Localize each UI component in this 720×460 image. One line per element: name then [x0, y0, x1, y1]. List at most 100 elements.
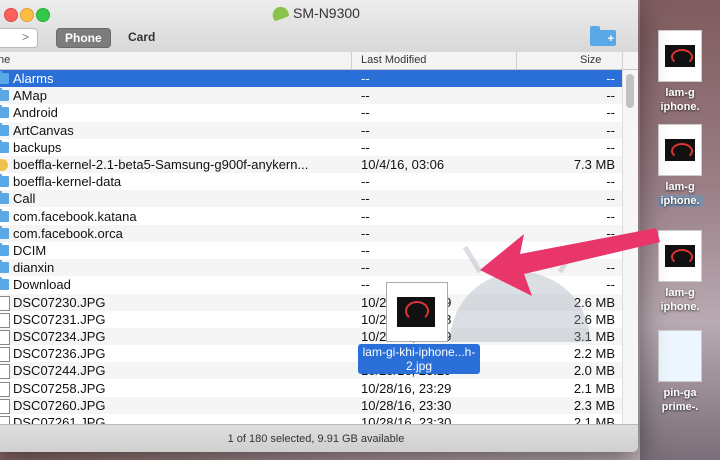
file-size: --	[606, 71, 615, 86]
file-name: DSC07258.JPG	[13, 380, 106, 396]
folder-icon	[0, 225, 9, 239]
file-name: DSC07234.JPG	[13, 329, 106, 344]
last-modified: --	[361, 225, 370, 241]
folder-icon	[0, 88, 9, 102]
file-icon	[0, 347, 10, 363]
file-name: boeffla-kernel-2.1-beta5-Samsung-g900f-a…	[13, 157, 309, 172]
desktop-file-label: lam-g iphone.	[640, 180, 720, 208]
file-icon	[0, 295, 10, 311]
table-row[interactable]: DSC07261.JPG 10/28/16, 23:30 2.1 MB	[0, 414, 622, 424]
folder-icon	[0, 260, 9, 274]
new-folder-button[interactable]: +	[590, 26, 616, 46]
folder-icon	[0, 105, 9, 119]
desktop-file-2[interactable]: lam-g iphone.	[640, 124, 720, 208]
table-row[interactable]: Alarms -- --	[0, 70, 622, 87]
file-icon	[0, 330, 10, 345]
file-name: DSC07244.JPG	[13, 363, 106, 379]
file-size: --	[606, 191, 615, 207]
file-name: DSC07230.JPG	[13, 294, 106, 310]
file-thumbnail	[658, 124, 702, 176]
table-row[interactable]: ArtCanvas -- --	[0, 121, 622, 139]
file-name: dianxin	[13, 260, 55, 276]
tab-phone[interactable]: Phone	[56, 28, 111, 48]
folder-icon	[0, 174, 9, 188]
file-name: Download	[13, 277, 71, 293]
file-size: 2.0 MB	[573, 363, 615, 379]
folder-icon	[0, 191, 9, 205]
last-modified: --	[361, 243, 370, 258]
archive-icon	[0, 159, 8, 171]
last-modified: --	[361, 105, 370, 121]
table-row[interactable]: boeffla-kernel-data -- --	[0, 173, 622, 190]
file-name: Alarms	[13, 71, 54, 86]
table-row[interactable]: backups -- --	[0, 139, 622, 156]
file-size: --	[606, 122, 615, 138]
folder-icon	[0, 122, 9, 136]
file-size: --	[606, 174, 615, 190]
file-size: 2.3 MB	[573, 397, 615, 413]
file-name: AMap	[13, 88, 47, 104]
last-modified: 10/28/16, 23:29	[361, 380, 452, 396]
file-size: 7.3 MB	[573, 157, 615, 172]
folder-icon	[0, 71, 9, 84]
desktop-file-1[interactable]: lam-g iphone.	[640, 30, 720, 114]
file-name: DCIM	[13, 243, 47, 258]
file-name: backups	[13, 139, 62, 155]
table-row[interactable]: Call -- --	[0, 190, 622, 208]
last-modified: 10/28/16, 23:30	[361, 397, 452, 413]
file-size: 2.1 MB	[573, 415, 615, 424]
table-row[interactable]: DSC07260.JPG 10/28/16, 23:30 2.3 MB	[0, 396, 622, 414]
scrollbar-thumb[interactable]	[626, 74, 634, 108]
desktop-file-label: pin-ga prime-.	[661, 387, 699, 413]
file-name: DSC07231.JPG	[13, 311, 106, 327]
plus-icon: +	[607, 33, 614, 45]
drag-preview-thumbnail	[386, 282, 448, 342]
tab-card[interactable]: Card	[120, 28, 163, 46]
last-modified: --	[361, 260, 370, 276]
table-row[interactable]: DSC07258.JPG 10/28/16, 23:29 2.1 MB	[0, 380, 622, 397]
table-row[interactable]: boeffla-kernel-2.1-beta5-Samsung-g900f-a…	[0, 156, 622, 173]
arrow-annotation-icon	[480, 228, 660, 296]
window-title: SM-N9300	[0, 4, 638, 22]
last-modified: --	[361, 122, 370, 138]
file-name: com.facebook.katana	[13, 208, 137, 224]
file-icon	[0, 364, 10, 380]
last-modified: 10/28/16, 23:30	[361, 415, 452, 424]
last-modified: --	[361, 208, 370, 224]
titlebar: SM-N9300 > Phone Card +	[0, 0, 638, 59]
desktop-file-4[interactable]: pin-ga prime-.	[640, 330, 720, 414]
column-name[interactable]: ne	[0, 54, 10, 66]
file-name: DSC07236.JPG	[13, 346, 106, 362]
table-row[interactable]: Android -- --	[0, 104, 622, 121]
file-icon	[0, 312, 10, 328]
last-modified: 10/4/16, 03:06	[361, 157, 445, 172]
android-icon	[270, 4, 290, 22]
column-header: ne Last Modified Size	[0, 52, 638, 70]
forward-button[interactable]: >	[0, 28, 38, 48]
file-name: com.facebook.orca	[13, 225, 123, 241]
last-modified: --	[361, 139, 370, 155]
file-thumbnail	[658, 330, 702, 382]
file-size: --	[606, 88, 615, 104]
last-modified: --	[361, 174, 370, 190]
file-name: DSC07261.JPG	[13, 415, 106, 424]
file-size: 2.1 MB	[573, 380, 615, 396]
file-icon	[0, 416, 10, 424]
folder-icon	[0, 277, 9, 291]
folder-icon	[0, 139, 9, 153]
table-row[interactable]: AMap -- --	[0, 87, 622, 105]
file-thumbnail	[658, 30, 702, 82]
status-bar: 1 of 180 selected, 9.91 GB available	[0, 424, 638, 452]
last-modified: --	[361, 277, 370, 293]
column-last-modified[interactable]: Last Modified	[361, 54, 426, 66]
last-modified: --	[361, 88, 370, 104]
chevron-right-icon: >	[21, 30, 29, 44]
file-name: Call	[13, 191, 36, 207]
folder-icon	[0, 243, 9, 256]
file-size: --	[606, 139, 615, 155]
file-name: Android	[13, 105, 58, 121]
file-thumbnail	[658, 230, 702, 282]
table-row[interactable]: DSC07244.JPG10/28/16, 23:292.0 MB	[0, 362, 622, 380]
column-size[interactable]: Size	[580, 54, 601, 66]
desktop-file-label: lam-g iphone.	[660, 87, 700, 113]
